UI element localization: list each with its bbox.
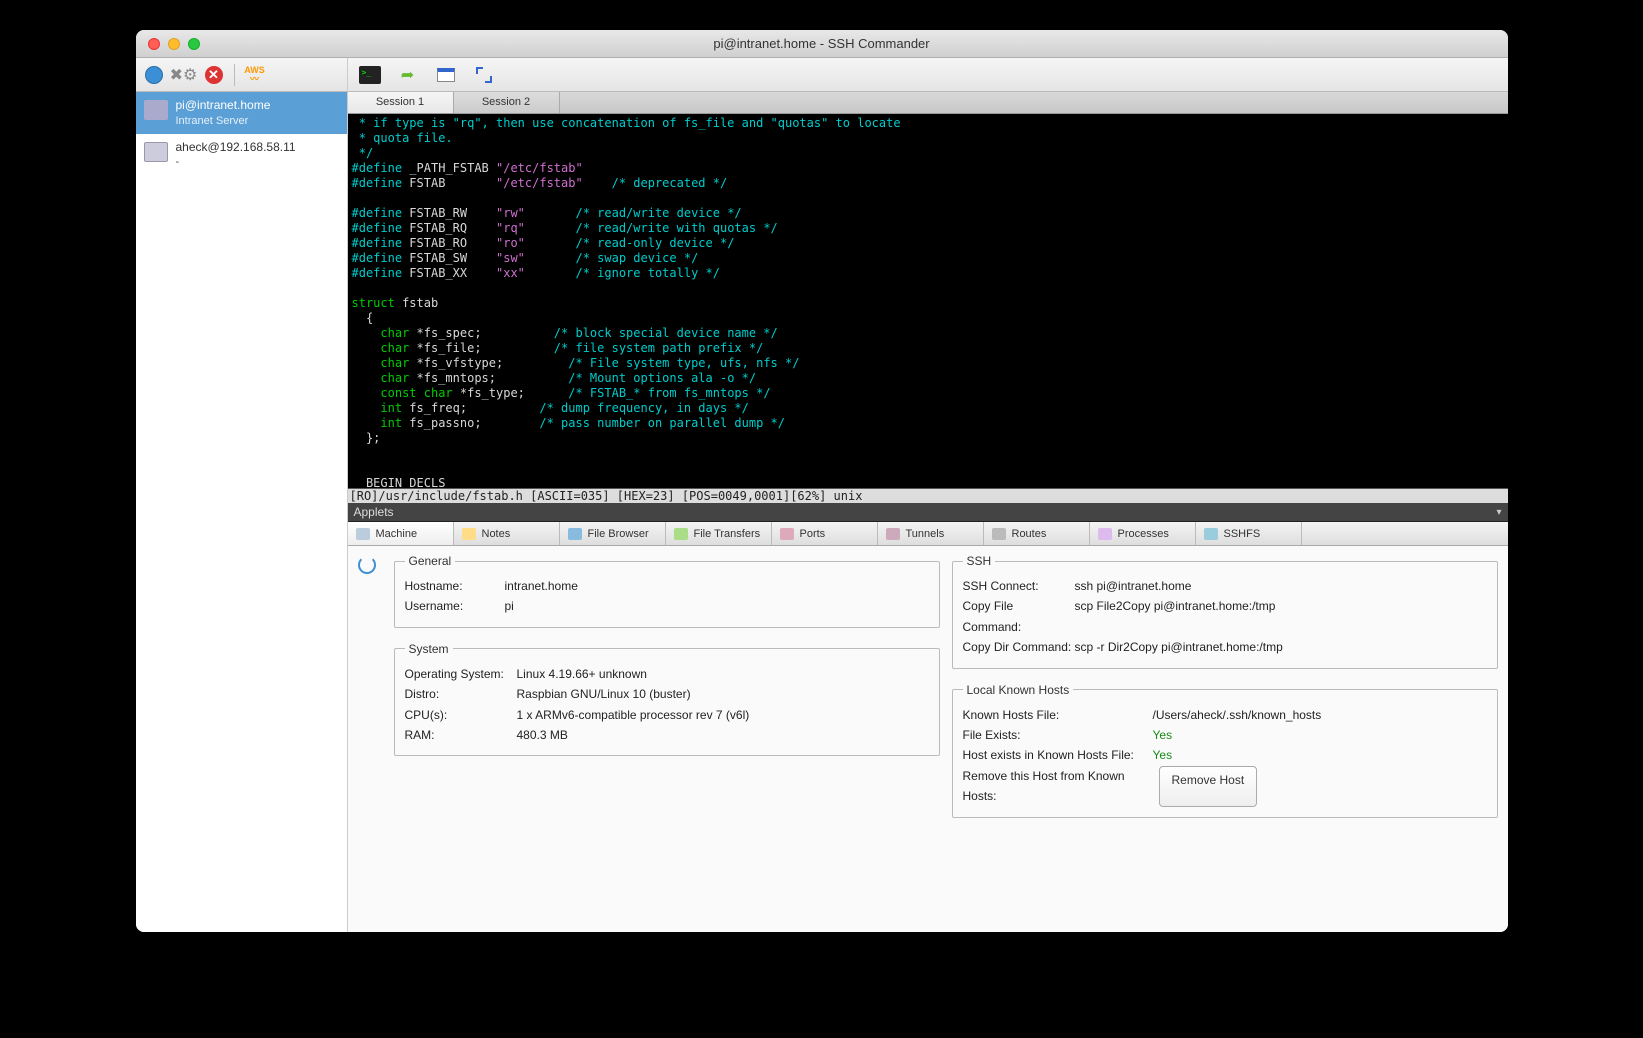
new-window-icon[interactable] bbox=[434, 65, 458, 85]
field-value: Linux 4.19.66+ unknown bbox=[517, 664, 647, 684]
host-desc: - bbox=[176, 155, 296, 169]
known-hosts-group: Local Known Hosts Known Hosts File: /Use… bbox=[952, 683, 1498, 818]
rt-icon bbox=[992, 528, 1006, 540]
fs-icon bbox=[1204, 528, 1218, 540]
remove-host-button[interactable]: Remove Host bbox=[1159, 766, 1258, 807]
field-value: /Users/aheck/.ssh/known_hosts bbox=[1153, 705, 1322, 725]
xfer-icon bbox=[674, 528, 688, 540]
applet-tab-processes[interactable]: Processes bbox=[1090, 522, 1196, 545]
general-legend: General bbox=[405, 554, 456, 568]
window-title: pi@intranet.home - SSH Commander bbox=[136, 36, 1508, 51]
sidebar: ✖︎⚙ ✕ AWS〰 pi@intranet.home Intranet Ser… bbox=[136, 58, 348, 932]
session-tab[interactable]: Session 2 bbox=[454, 92, 560, 113]
host-item[interactable]: pi@intranet.home Intranet Server bbox=[136, 92, 347, 134]
main-toolbar: ➦ bbox=[348, 58, 1508, 92]
fold-icon bbox=[568, 528, 582, 540]
ssh-legend: SSH bbox=[963, 554, 996, 568]
field-value: scp File2Copy pi@intranet.home:/tmp bbox=[1075, 596, 1276, 637]
applet-tab-file-transfers[interactable]: File Transfers bbox=[666, 522, 772, 545]
applets-label: Applets bbox=[354, 505, 394, 519]
applet-tab-machine[interactable]: Machine bbox=[348, 522, 454, 545]
applet-tab-notes[interactable]: Notes bbox=[454, 522, 560, 545]
terminal-icon[interactable] bbox=[358, 65, 382, 85]
field-label: Operating System: bbox=[405, 664, 517, 684]
system-group: System Operating System: Linux 4.19.66+ … bbox=[394, 642, 940, 757]
settings-icon[interactable]: ✖︎⚙ bbox=[174, 65, 194, 85]
field-value: 1 x ARMv6-compatible processor rev 7 (v6… bbox=[517, 705, 750, 725]
applet-tab-sshfs[interactable]: SSHFS bbox=[1196, 522, 1302, 545]
host-desc: Intranet Server bbox=[176, 114, 271, 128]
note-icon bbox=[462, 528, 476, 540]
aws-icon[interactable]: AWS〰 bbox=[245, 65, 265, 85]
host-item[interactable]: aheck@192.168.58.11 - bbox=[136, 134, 347, 176]
editor-statusline: [RO]/usr/include/fstab.h [ASCII=035] [HE… bbox=[348, 489, 1508, 503]
known-hosts-legend: Local Known Hosts bbox=[963, 683, 1074, 697]
general-group: General Hostname: intranet.homeUsername:… bbox=[394, 554, 940, 628]
tun-icon bbox=[886, 528, 900, 540]
port-icon bbox=[780, 528, 794, 540]
sidebar-toolbar: ✖︎⚙ ✕ AWS〰 bbox=[136, 58, 347, 92]
field-label: CPU(s): bbox=[405, 705, 517, 725]
delete-icon[interactable]: ✕ bbox=[204, 65, 224, 85]
host-name: aheck@192.168.58.11 bbox=[176, 140, 296, 156]
mach-icon bbox=[356, 528, 370, 540]
field-label: Hostname: bbox=[405, 576, 505, 596]
applet-tab-file-browser[interactable]: File Browser bbox=[560, 522, 666, 545]
host-icon bbox=[144, 142, 168, 162]
field-label: SSH Connect: bbox=[963, 576, 1075, 596]
field-value: Yes bbox=[1153, 725, 1173, 745]
titlebar: pi@intranet.home - SSH Commander bbox=[136, 30, 1508, 58]
field-value: 480.3 MB bbox=[517, 725, 568, 745]
terminal-output[interactable]: * if type is "rq", then use concatenatio… bbox=[348, 114, 1508, 489]
proc-icon bbox=[1098, 528, 1112, 540]
field-label: Copy Dir Command: bbox=[963, 637, 1075, 657]
applets-header[interactable]: Applets ▾ bbox=[348, 503, 1508, 522]
fullscreen-icon[interactable] bbox=[472, 65, 496, 85]
field-value: pi bbox=[505, 596, 514, 616]
field-label: File Exists: bbox=[963, 725, 1153, 745]
field-label: Copy File Command: bbox=[963, 596, 1075, 637]
host-list: pi@intranet.home Intranet Server aheck@1… bbox=[136, 92, 347, 932]
field-label: Known Hosts File: bbox=[963, 705, 1153, 725]
field-label: Username: bbox=[405, 596, 505, 616]
session-tabs: Session 1Session 2 bbox=[348, 92, 1508, 114]
session-tab[interactable]: Session 1 bbox=[348, 92, 454, 113]
system-legend: System bbox=[405, 642, 453, 656]
field-label: RAM: bbox=[405, 725, 517, 745]
globe-icon[interactable] bbox=[144, 65, 164, 85]
field-label: Host exists in Known Hosts File: bbox=[963, 745, 1153, 765]
main-panel: ➦ Session 1Session 2 * if type is "rq", … bbox=[348, 58, 1508, 932]
ssh-group: SSH SSH Connect: ssh pi@intranet.homeCop… bbox=[952, 554, 1498, 669]
remove-host-label: Remove this Host from Known Hosts: bbox=[963, 766, 1153, 807]
applet-tab-ports[interactable]: Ports bbox=[772, 522, 878, 545]
applet-tab-routes[interactable]: Routes bbox=[984, 522, 1090, 545]
machine-details: General Hostname: intranet.homeUsername:… bbox=[348, 546, 1508, 932]
refresh-icon[interactable] bbox=[358, 556, 376, 574]
applet-tab-tunnels[interactable]: Tunnels bbox=[878, 522, 984, 545]
applet-tabs: MachineNotesFile BrowserFile TransfersPo… bbox=[348, 522, 1508, 546]
field-value: Raspbian GNU/Linux 10 (buster) bbox=[517, 684, 691, 704]
field-value: Yes bbox=[1153, 745, 1173, 765]
field-value: scp -r Dir2Copy pi@intranet.home:/tmp bbox=[1075, 637, 1283, 657]
field-value: ssh pi@intranet.home bbox=[1075, 576, 1192, 596]
field-value: intranet.home bbox=[505, 576, 578, 596]
field-label: Distro: bbox=[405, 684, 517, 704]
host-icon bbox=[144, 100, 168, 120]
chevron-down-icon: ▾ bbox=[1496, 507, 1501, 518]
send-icon[interactable]: ➦ bbox=[396, 65, 420, 85]
host-name: pi@intranet.home bbox=[176, 98, 271, 114]
